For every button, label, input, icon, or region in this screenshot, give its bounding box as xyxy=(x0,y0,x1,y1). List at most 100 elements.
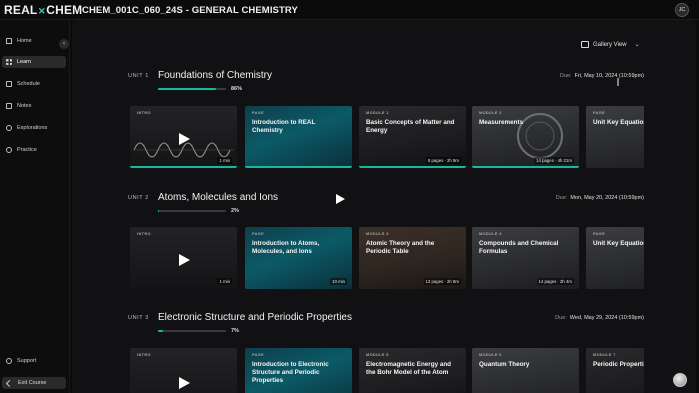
course-title: CHEM_001C_060_24S - GENERAL CHEMISTRY xyxy=(82,5,298,16)
due-prefix: Due: xyxy=(555,195,568,201)
card-title: Unit Key Equations and Terms xyxy=(593,119,644,126)
card-meta: 14 pages · 3h 4m xyxy=(536,278,574,285)
card-title: Electromagnetic Energy and the Bohr Mode… xyxy=(366,361,452,377)
card-title: Introduction to REAL Chemistry xyxy=(252,119,316,135)
intro-video-card[interactable]: INTRO 1 min xyxy=(130,227,237,289)
sidebar-item-learn[interactable]: Learn xyxy=(2,56,66,68)
card-type: INTRO xyxy=(137,232,151,236)
play-icon[interactable] xyxy=(178,253,190,271)
unit-label: UNIT 1 xyxy=(128,73,149,79)
card-type: MODULE 7 xyxy=(593,353,616,357)
card-meta: 8 pages · 2h 9m xyxy=(425,157,461,164)
card-title: Introduction to Atoms, Molecules, and Io… xyxy=(252,240,320,256)
gallery-view-dropdown[interactable]: Gallery View ⌄ xyxy=(581,41,640,48)
avatar[interactable]: JC xyxy=(675,3,689,17)
due-prefix: Due: xyxy=(559,73,572,79)
unit-progress-percent: 2% xyxy=(231,208,239,214)
sidebar-item-label: Explorations xyxy=(17,125,48,131)
card-type: MODULE 5 xyxy=(366,353,389,357)
realchem-logo[interactable]: REAL✕CHEM xyxy=(4,3,82,17)
card-title: Introduction to Electronic Structure and… xyxy=(252,361,329,385)
card-meta: 1 min xyxy=(217,278,232,285)
unit-due-date: Due: Wed, May 29, 2024 (10:59pm) xyxy=(555,315,644,321)
support-link[interactable]: Support xyxy=(2,355,66,367)
due-text: Fri, May 10, 2024 (10:59pm) xyxy=(574,73,644,79)
unit-card-row: INTRO PAGE Introduction to Electronic St… xyxy=(130,348,644,393)
module-card[interactable]: MODULE 4 Compounds and Chemical Formulas… xyxy=(472,227,579,289)
card-type: INTRO xyxy=(137,353,151,357)
card-type: PAGE xyxy=(593,232,606,236)
module-card[interactable]: MODULE 5 Electromagnetic Energy and the … xyxy=(359,348,466,393)
card-title: Unit Key Equations and Terms xyxy=(593,240,644,247)
card-title: Quantum Theory xyxy=(479,361,530,368)
unit-progress-percent: 86% xyxy=(231,86,243,92)
intro-video-card[interactable]: INTRO xyxy=(130,348,237,393)
help-chat-button[interactable] xyxy=(673,373,687,387)
content-card[interactable]: PAGE Introduction to Atoms, Molecules, a… xyxy=(245,227,352,289)
gallery-view-icon xyxy=(581,41,589,48)
unit-card-row: INTRO 1 min PAGE Introduction to Atoms, … xyxy=(130,227,644,289)
unit-label: UNIT 3 xyxy=(128,315,149,321)
content-card[interactable]: PAGE Introduction to REAL Chemistry xyxy=(245,106,352,168)
card-type: PAGE xyxy=(252,111,265,115)
card-complete-bar xyxy=(245,166,352,168)
module-card[interactable]: MODULE 3 Atomic Theory and the Periodic … xyxy=(359,227,466,289)
sidebar-item-label: Learn xyxy=(17,59,32,65)
card-title: Atomic Theory and the Periodic Table xyxy=(366,240,435,256)
sidebar-item-explorations[interactable]: Explorations xyxy=(2,122,66,134)
sidebar-item-home[interactable]: Home xyxy=(2,35,66,47)
module-card[interactable]: MODULE 2 Measurements 14 pages · 4h 21m xyxy=(472,106,579,168)
card-type: PAGE xyxy=(593,111,606,115)
unit-label: UNIT 2 xyxy=(128,195,149,201)
chevron-down-icon: ⌄ xyxy=(634,42,640,48)
module-card[interactable]: MODULE 7 Periodic Properties xyxy=(586,348,644,393)
exit-course-label: Exit Course xyxy=(18,380,47,386)
play-icon[interactable] xyxy=(178,132,190,150)
content-card[interactable]: PAGE Unit Key Equations and Terms › xyxy=(586,227,644,289)
sidebar-item-schedule[interactable]: Schedule xyxy=(2,78,66,90)
unit-progress-fill xyxy=(158,210,160,212)
card-meta: 1 min xyxy=(217,157,232,164)
card-type: MODULE 6 xyxy=(479,353,502,357)
sidebar-item-label: Schedule xyxy=(17,81,40,87)
support-icon xyxy=(6,358,12,364)
unit-progress-bar xyxy=(158,210,226,212)
gallery-view-label: Gallery View xyxy=(593,41,627,48)
due-prefix: Due: xyxy=(555,315,567,321)
unit-title[interactable]: Foundations of Chemistry xyxy=(158,70,272,81)
notes-icon xyxy=(6,103,12,109)
sidebar-item-label: Notes xyxy=(17,103,32,109)
unit-title[interactable]: Atoms, Molecules and Ions xyxy=(158,192,278,203)
content-card[interactable]: PAGE Introduction to Electronic Structur… xyxy=(245,348,352,393)
unit-progress-bar xyxy=(158,330,226,332)
unit-title[interactable]: Electronic Structure and Periodic Proper… xyxy=(158,312,352,323)
sidebar-item-label: Practice xyxy=(17,147,37,153)
module-card[interactable]: MODULE 6 Quantum Theory xyxy=(472,348,579,393)
sidebar-item-practice[interactable]: Practice xyxy=(2,144,66,156)
intro-video-card[interactable]: INTRO 1 min xyxy=(130,106,237,168)
card-type: PAGE xyxy=(252,232,265,236)
unit-progress-bar xyxy=(158,88,226,90)
play-icon[interactable] xyxy=(178,376,190,393)
unit-progress-fill xyxy=(158,330,163,332)
due-text: Wed, May 29, 2024 (10:59pm) xyxy=(569,315,644,321)
card-type: MODULE 3 xyxy=(366,232,389,236)
play-icon[interactable] xyxy=(334,193,346,205)
due-text: Mon, May 20, 2024 (10:59pm) xyxy=(570,195,644,201)
card-type: INTRO xyxy=(137,111,151,115)
unit-due-date: Due: Fri, May 10, 2024 (10:59pm) xyxy=(560,73,644,79)
module-card[interactable]: MODULE 1 Basic Concepts of Matter and En… xyxy=(359,106,466,168)
exit-course-button[interactable]: Exit Course xyxy=(2,377,66,389)
support-label: Support xyxy=(17,358,37,364)
card-meta: 13 pages · 2h 8m xyxy=(423,278,461,285)
card-type: MODULE 1 xyxy=(366,111,389,115)
unit-progress-fill xyxy=(158,88,217,90)
card-complete-bar xyxy=(130,166,237,168)
logo-text-right: CHEM xyxy=(46,3,83,17)
content-card[interactable]: PAGE Unit Key Equations and Terms › xyxy=(586,106,644,168)
text-cursor xyxy=(617,78,619,86)
card-meta: 14 pages · 4h 21m xyxy=(534,157,574,164)
sidebar-item-notes[interactable]: Notes xyxy=(2,100,66,112)
card-complete-bar xyxy=(359,166,466,168)
practice-icon xyxy=(6,147,12,153)
